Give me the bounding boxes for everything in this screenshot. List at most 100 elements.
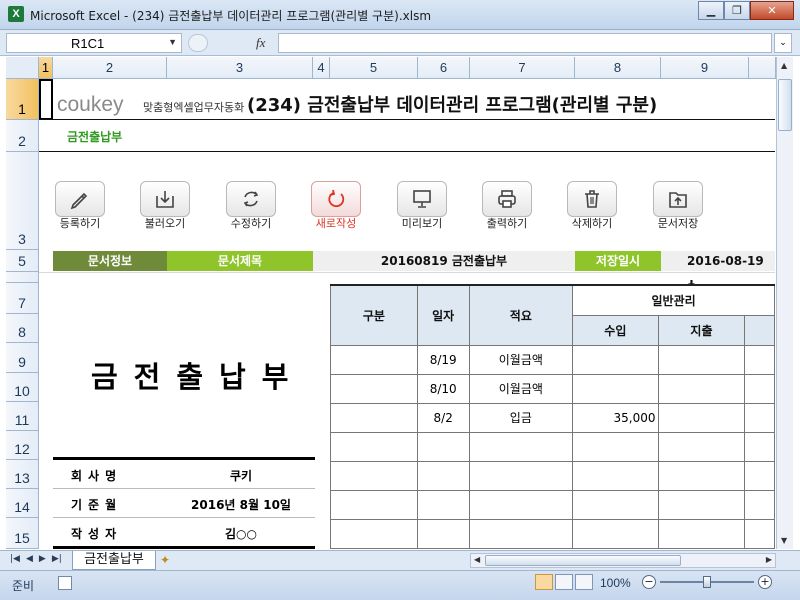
formula-input[interactable] [278, 33, 772, 53]
edit-button[interactable]: 수정하기 [224, 181, 278, 231]
expand-formula-bar-button[interactable]: ⌄ [774, 33, 792, 53]
cell-income[interactable] [572, 518, 659, 549]
first-sheet-icon[interactable]: |◀ [10, 554, 20, 564]
cell-category[interactable] [330, 518, 418, 549]
zoom-in-icon[interactable]: + [758, 575, 772, 589]
cell-extra[interactable] [744, 460, 775, 491]
delete-button[interactable]: 삭제하기 [565, 181, 619, 231]
macro-record-icon[interactable] [58, 576, 72, 590]
insert-function-icon[interactable]: fx [256, 35, 265, 51]
cell-summary[interactable] [468, 518, 574, 549]
scroll-down-icon[interactable]: ▼ [781, 536, 787, 545]
cell-summary[interactable]: 이월금액 [468, 344, 574, 375]
cell-category[interactable] [330, 489, 418, 520]
column-header[interactable]: 8 [575, 57, 661, 79]
cell-extra[interactable] [744, 518, 775, 549]
cell-summary[interactable] [468, 460, 574, 491]
cell-summary[interactable] [468, 431, 574, 462]
horizontal-scroll-thumb[interactable] [485, 555, 681, 566]
company-value[interactable]: 쿠키 [167, 467, 315, 484]
excel-app-icon[interactable]: X [8, 6, 24, 22]
cell-expense[interactable] [657, 344, 746, 375]
zoom-out-icon[interactable]: − [642, 575, 656, 589]
next-sheet-icon[interactable]: ▶ [39, 554, 46, 564]
cell-expense[interactable] [657, 431, 746, 462]
column-header[interactable]: 5 [330, 57, 418, 79]
worksheet[interactable]: coukey 맞춤형엑셀업무자동화 (234) 금전출납부 데이터관리 프로그램… [39, 79, 775, 549]
register-button[interactable]: 등록하기 [53, 181, 107, 231]
cell-income[interactable] [572, 344, 659, 375]
column-header[interactable]: 4 [313, 57, 330, 79]
zoom-level[interactable]: 100% [600, 576, 631, 590]
row-header[interactable]: 1 [6, 79, 39, 120]
column-header[interactable] [749, 57, 776, 79]
base-month-value[interactable]: 2016년 8월 10일 [167, 496, 315, 513]
page-layout-view-icon[interactable] [555, 574, 573, 590]
name-box[interactable]: R1C1 ▼ [6, 33, 182, 53]
cell-date[interactable] [416, 518, 470, 549]
column-header[interactable]: 6 [418, 57, 470, 79]
cell-date[interactable] [416, 489, 470, 520]
scroll-left-icon[interactable]: ◀ [474, 555, 480, 564]
sheet-tab-active[interactable]: 금전출납부 [72, 551, 156, 570]
author-value[interactable]: 김○○ [167, 525, 315, 542]
column-header[interactable]: 2 [53, 57, 167, 79]
cell-category[interactable] [330, 402, 418, 433]
normal-view-icon[interactable] [535, 574, 553, 590]
cell-income[interactable] [572, 431, 659, 462]
close-button[interactable]: ✕ [750, 1, 794, 20]
row-header[interactable]: 12 [6, 431, 39, 460]
insert-sheet-icon[interactable]: ✦ [160, 553, 180, 568]
row-header[interactable]: 2 [6, 120, 39, 152]
column-header[interactable]: 3 [167, 57, 313, 79]
cell-expense[interactable] [657, 402, 746, 433]
cell-category[interactable] [330, 344, 418, 375]
scroll-up-icon[interactable]: ▲ [781, 61, 787, 70]
cell-extra[interactable] [744, 431, 775, 462]
cell-summary[interactable] [468, 489, 574, 520]
row-header[interactable]: 9 [6, 343, 39, 373]
vertical-scroll-thumb[interactable] [778, 79, 792, 131]
row-header[interactable]: 11 [6, 402, 39, 431]
last-sheet-icon[interactable]: ▶| [52, 554, 62, 564]
active-cell[interactable] [39, 79, 53, 120]
formula-bar-resize-icon[interactable] [188, 34, 208, 52]
zoom-slider-handle[interactable] [703, 576, 711, 588]
cell-date[interactable]: 8/2 [416, 402, 470, 433]
scroll-right-icon[interactable]: ▶ [766, 555, 772, 564]
cell-income[interactable]: 35,000 [572, 402, 659, 433]
cell-expense[interactable] [657, 460, 746, 491]
cell-date[interactable]: 8/10 [416, 373, 470, 404]
column-header[interactable]: 1 [39, 57, 53, 79]
row-header[interactable]: 5 [6, 250, 39, 272]
save-document-button[interactable]: 문서저장 [651, 181, 705, 231]
load-button[interactable]: 불러오기 [138, 181, 192, 231]
row-header[interactable]: 3 [6, 152, 39, 250]
cell-expense[interactable] [657, 518, 746, 549]
row-header[interactable]: 13 [6, 460, 39, 489]
cell-date[interactable] [416, 460, 470, 491]
chevron-down-icon[interactable]: ▼ [168, 37, 177, 47]
restore-button[interactable]: ❐ [724, 1, 750, 20]
row-header[interactable]: 10 [6, 373, 39, 402]
cell-extra[interactable] [744, 489, 775, 520]
cell-category[interactable] [330, 431, 418, 462]
cell-date[interactable] [416, 431, 470, 462]
cell-extra[interactable] [744, 373, 775, 404]
horizontal-scrollbar[interactable]: ◀ ▶ [470, 553, 776, 568]
page-break-view-icon[interactable] [575, 574, 593, 590]
cell-date[interactable]: 8/19 [416, 344, 470, 375]
cell-summary[interactable]: 입금 [468, 402, 574, 433]
cell-category[interactable] [330, 460, 418, 491]
row-header[interactable]: 8 [6, 314, 39, 343]
prev-sheet-icon[interactable]: ◀ [26, 554, 33, 564]
cell-category[interactable] [330, 373, 418, 404]
row-header[interactable]: 14 [6, 489, 39, 518]
preview-button[interactable]: 미리보기 [395, 181, 449, 231]
print-button[interactable]: 출력하기 [480, 181, 534, 231]
cell-extra[interactable] [744, 402, 775, 433]
cell-expense[interactable] [657, 489, 746, 520]
row-header[interactable]: 15 [6, 518, 39, 549]
cell-expense[interactable] [657, 373, 746, 404]
row-header[interactable]: 7 [6, 283, 39, 314]
